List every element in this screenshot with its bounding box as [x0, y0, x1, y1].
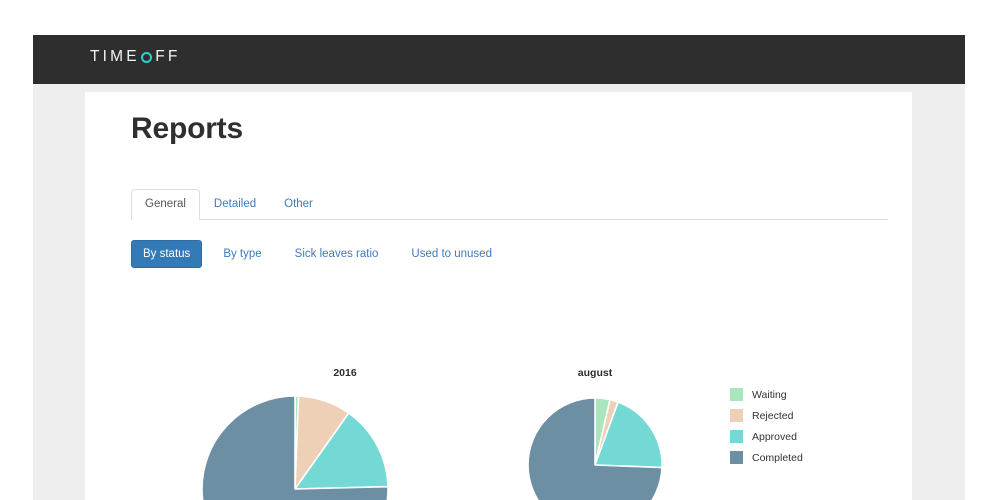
tab-general[interactable]: General — [131, 189, 200, 220]
pie-chart-2016-title: 2016 — [333, 367, 357, 379]
legend-item-approved: Approved — [730, 426, 803, 447]
screenshot-root: TIME FF Reports General Detailed Other By… — [0, 0, 1000, 500]
content-card: Reports General Detailed Other By status… — [85, 92, 912, 500]
button-sick-leaves-ratio[interactable]: Sick leaves ratio — [283, 240, 391, 268]
legend-label-rejected: Rejected — [752, 409, 794, 422]
legend-item-completed: Completed — [730, 447, 803, 468]
tab-other[interactable]: Other — [270, 189, 327, 220]
pie-chart-2016-figure — [201, 395, 389, 500]
legend-item-rejected: Rejected — [730, 405, 803, 426]
pie-august-svg — [527, 397, 663, 500]
legend-item-waiting: Waiting — [730, 384, 803, 405]
chart-legend: Waiting Rejected Approved Completed — [730, 384, 803, 468]
pie-chart-august-figure — [527, 397, 663, 500]
legend-swatch-approved — [730, 430, 743, 443]
button-by-type[interactable]: By type — [211, 240, 273, 268]
circle-ring-icon — [140, 52, 152, 63]
report-type-button-group: By status By type Sick leaves ratio Used… — [131, 240, 513, 268]
legend-label-completed: Completed — [752, 451, 803, 464]
brand-text-after: FF — [155, 48, 181, 65]
tab-detailed[interactable]: Detailed — [200, 189, 270, 220]
brand-logo[interactable]: TIME FF — [90, 48, 181, 66]
button-used-to-unused[interactable]: Used to unused — [399, 240, 504, 268]
report-tabs: General Detailed Other — [131, 189, 888, 220]
legend-swatch-rejected — [730, 409, 743, 422]
legend-label-approved: Approved — [752, 430, 797, 443]
pie-chart-august-title: august — [577, 367, 613, 379]
legend-swatch-waiting — [730, 388, 743, 401]
pie-2016-svg — [201, 395, 389, 500]
legend-label-waiting: Waiting — [752, 388, 787, 401]
page-title: Reports — [131, 112, 243, 145]
charts-area: 2016 august Waiting Rejected Approved Co… — [85, 292, 912, 500]
top-navbar: TIME FF — [33, 35, 965, 84]
legend-swatch-completed — [730, 451, 743, 464]
brand-text-before: TIME — [90, 48, 140, 65]
button-by-status[interactable]: By status — [131, 240, 203, 268]
browser-viewport: TIME FF Reports General Detailed Other By… — [33, 35, 965, 500]
